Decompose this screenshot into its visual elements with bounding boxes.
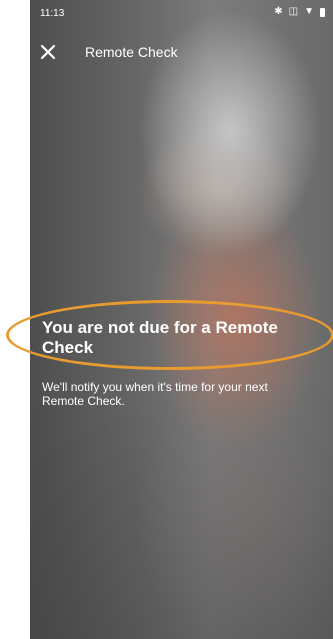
page-title: Remote Check <box>85 44 178 60</box>
status-time: 11:13 <box>40 8 65 19</box>
body-text: We'll notify you when it's time for your… <box>42 380 268 408</box>
close-button[interactable] <box>36 40 60 64</box>
status-bar: 11:13 ✱ ◫ ▼ <box>30 0 333 26</box>
phone-screen: 11:13 ✱ ◫ ▼ Remote Check You are not due… <box>30 0 333 639</box>
bluetooth-icon: ✱ <box>274 6 283 17</box>
app-bar: Remote Check <box>30 34 333 70</box>
status-icons: ✱ ◫ ▼ <box>274 7 325 17</box>
headline: You are not due for a Remote Check <box>42 318 278 357</box>
close-icon <box>40 44 56 60</box>
battery-icon <box>320 7 325 17</box>
message-section: You are not due for a Remote Check We'll… <box>42 318 312 408</box>
wifi-icon: ▼ <box>304 6 314 17</box>
vibrate-icon: ◫ <box>288 6 299 17</box>
